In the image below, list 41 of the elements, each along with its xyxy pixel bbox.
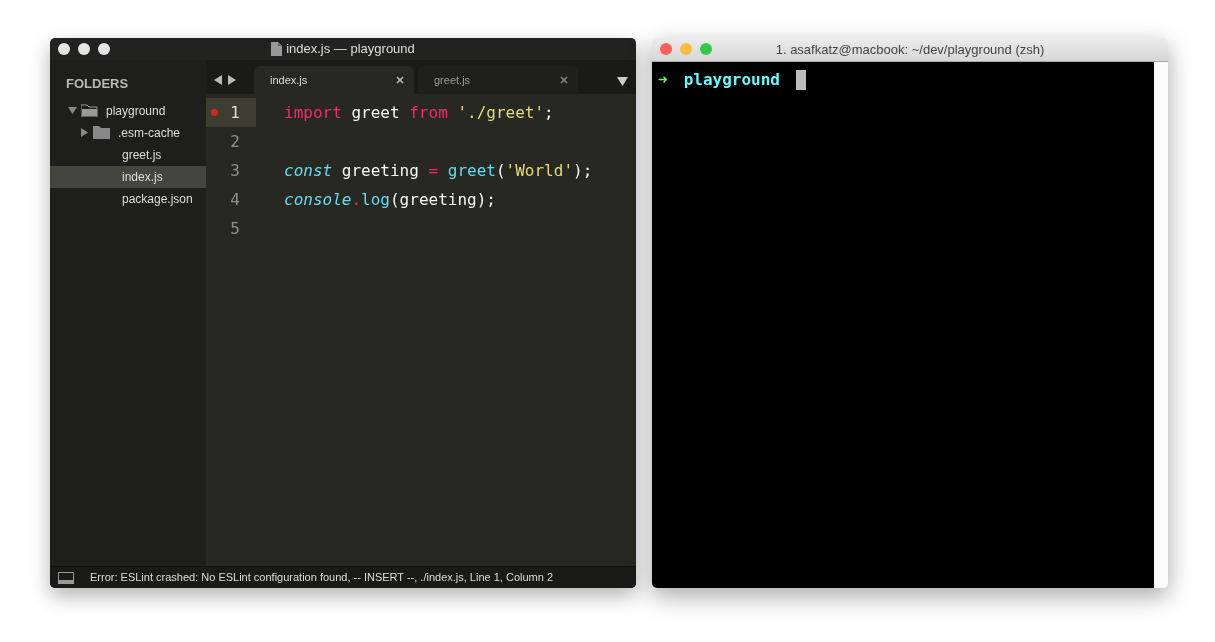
window-title: 1. asafkatz@macbook: ~/dev/playground (zsh) [775,40,1045,59]
tree-item-label: package.json [122,190,193,208]
tree-item[interactable]: playground [50,99,206,122]
editor-tab[interactable]: greet.js [418,66,578,94]
zoom-button[interactable] [98,43,110,55]
close-icon[interactable] [396,76,404,84]
tree-item[interactable]: index.js [50,165,206,188]
tree-item-label: playground [106,102,166,120]
back-arrow-icon[interactable] [214,75,223,85]
tree-item-label: greet.js [122,146,162,164]
window-title: index.js — playground [286,40,415,59]
tree-item[interactable]: .esm-cache [50,121,206,144]
folder-icon [81,104,98,117]
tree-item[interactable]: greet.js [50,143,206,166]
code-line: console.log(greeting); [283,189,497,211]
line-number: 4 [229,189,241,211]
text-cursor [795,70,806,90]
file-icon [271,42,283,56]
line-number: 1 [206,98,256,127]
code-line: import greet from './greet'; [283,102,555,124]
dropdown-icon[interactable] [617,77,628,86]
close-button[interactable] [58,43,70,55]
status-message: Error: ESLint crashed: No ESLint configuration found, -- INSERT --, ./index.js, Line 1, Column 2 [90,570,554,586]
line-number: 3 [229,160,241,182]
tree-item-label: .esm-cache [118,124,181,142]
sidebar-heading: FOLDERS [65,75,130,93]
folder-icon [93,126,110,139]
close-icon[interactable] [560,76,568,84]
tree-item[interactable]: package.json [50,187,206,210]
line-number: 2 [229,131,241,153]
minimize-button[interactable] [78,43,90,55]
forward-arrow-icon[interactable] [227,75,236,85]
caret-right-icon[interactable] [80,128,89,137]
editor-tab[interactable]: index.js [254,66,414,94]
caret-down-icon[interactable] [68,106,77,115]
line-number: 5 [229,218,241,240]
tree-item-label: index.js [122,168,163,186]
code-line: const greeting = greet('World'); [283,160,594,182]
panel-icon[interactable] [58,571,74,584]
prompt-arrow: ➜ [658,69,668,91]
current-directory: playground [683,69,780,91]
